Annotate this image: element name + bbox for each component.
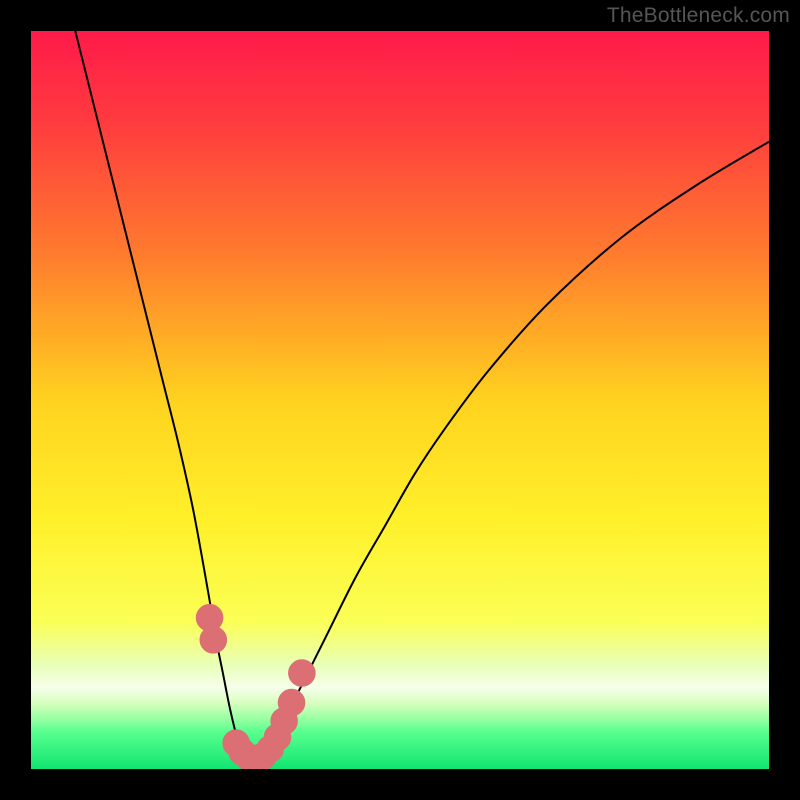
- curve-marker: [289, 660, 316, 687]
- bottleneck-curve-path: [75, 31, 769, 763]
- watermark-text: TheBottleneck.com: [607, 4, 790, 28]
- chart-frame: TheBottleneck.com: [0, 0, 800, 800]
- curve-marker: [200, 627, 227, 654]
- plot-area: [31, 31, 769, 769]
- curve-layer: [31, 31, 769, 769]
- curve-marker: [278, 689, 305, 716]
- marker-group: [196, 604, 315, 769]
